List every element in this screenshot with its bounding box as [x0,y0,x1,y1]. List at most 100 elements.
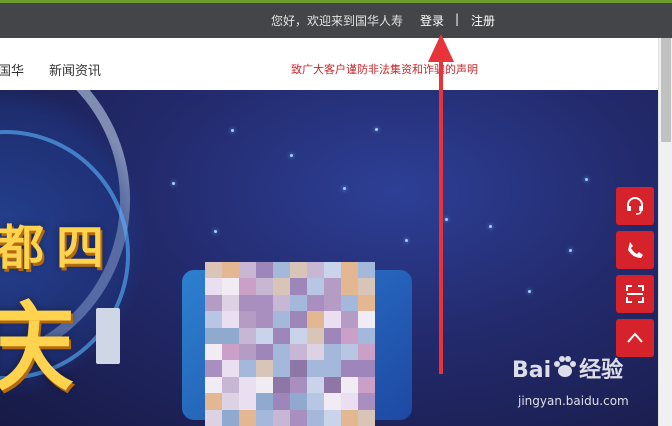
mosaic-cell [256,409,273,426]
mosaic-cell [273,360,290,377]
mosaic-cell [239,278,256,295]
register-link[interactable]: 注册 [471,12,495,29]
nav-item-guohua[interactable]: 国华 [0,60,24,79]
mosaic-cell [256,327,273,344]
mosaic-cell [324,360,341,377]
mosaic-cell [222,409,239,426]
top-accent-line [0,0,672,3]
phone-button[interactable] [616,231,654,269]
mosaic-cell [290,294,307,312]
star [290,154,293,157]
mosaic-cell [273,409,290,426]
mosaic-cell [290,278,307,295]
mosaic-cell [205,294,222,312]
mosaic-cell [205,376,222,394]
mosaic-cell [358,278,375,295]
mosaic-cell [324,262,341,279]
customer-service-button[interactable] [616,187,654,225]
mosaic-cell [239,262,256,279]
mosaic-cell [222,294,239,312]
mosaic-cell [341,294,358,312]
mosaic-cell [256,343,273,361]
mosaic-cell [324,393,341,410]
mosaic-cell [324,278,341,295]
chevron-up-icon [627,332,643,343]
mosaic-cell [307,360,324,377]
mosaic-cell [341,376,358,394]
mosaic-cell [222,360,239,377]
mosaic-cell [205,262,222,279]
mosaic-cell [222,343,239,361]
mosaic-cell [290,376,307,394]
nav-item-news[interactable]: 新闻资讯 [49,60,101,79]
mosaic-cell [341,327,358,344]
mosaic-cell [358,327,375,344]
fraud-notice-link[interactable]: 致广大客户谨防非法集资和诈骗的声明 [291,61,478,77]
mosaic-cell [222,278,239,295]
mosaic-cell [341,262,358,279]
scrollbar-thumb[interactable] [661,38,671,142]
mosaic-cell [239,409,256,426]
scan-button[interactable] [616,275,654,313]
mosaic-cell [273,311,290,328]
mosaic-cell [222,393,239,410]
mosaic-cell [307,262,324,279]
mosaic-cell [256,294,273,312]
mosaic-cell [205,343,222,361]
mosaic-cell [256,393,273,410]
mosaic-cell [307,376,324,394]
mosaic-cell [358,294,375,312]
mosaic-cell [290,360,307,377]
mosaic-cell [324,376,341,394]
mosaic-cell [341,393,358,410]
banner-title-char-3: 庆 [0,291,74,404]
mosaic-cell [307,343,324,361]
banner-title-char-2: 四 [56,220,105,276]
mosaic-cell [239,311,256,328]
nav-bar: 国华 新闻资讯 致广大客户谨防非法集资和诈骗的声明 [0,38,658,90]
mosaic-cell [256,311,273,328]
mosaic-cell [307,294,324,312]
mosaic-cell [341,311,358,328]
mosaic-cell [290,327,307,344]
watermark-brand: Bai [512,358,552,383]
star [231,129,234,132]
mosaic-cell [239,343,256,361]
star [214,230,217,233]
mosaic-cell [341,343,358,361]
separator: | [455,12,460,26]
mosaic-cell [341,409,358,426]
mosaic-cell [239,376,256,394]
mosaic-cell [273,294,290,312]
mosaic-cell [324,343,341,361]
mosaic-cell [273,376,290,394]
mosaic-cell [358,311,375,328]
mosaic-cell [205,393,222,410]
mosaic-cell [358,360,375,377]
mosaic-cell [222,376,239,394]
pixelated-qr-image [205,262,375,426]
mosaic-cell [256,376,273,394]
mosaic-cell [290,311,307,328]
banner-accent-bar [96,308,120,364]
mosaic-cell [307,278,324,295]
mosaic-cell [307,393,324,410]
mosaic-cell [341,278,358,295]
mosaic-cell [358,262,375,279]
vertical-scrollbar[interactable] [658,38,672,426]
mosaic-cell [307,327,324,344]
mosaic-cell [358,376,375,394]
star [445,218,448,221]
top-bar: 您好，欢迎来到国华人寿 登录 | 注册 [0,0,672,38]
mosaic-cell [239,360,256,377]
mosaic-cell [358,393,375,410]
annotation-arrow [439,56,443,374]
mosaic-cell [256,360,273,377]
mosaic-cell [256,262,273,279]
login-link[interactable]: 登录 [420,12,444,29]
mosaic-cell [307,311,324,328]
mosaic-cell [205,311,222,328]
mosaic-cell [358,343,375,361]
mosaic-cell [205,327,222,344]
star [528,290,531,293]
